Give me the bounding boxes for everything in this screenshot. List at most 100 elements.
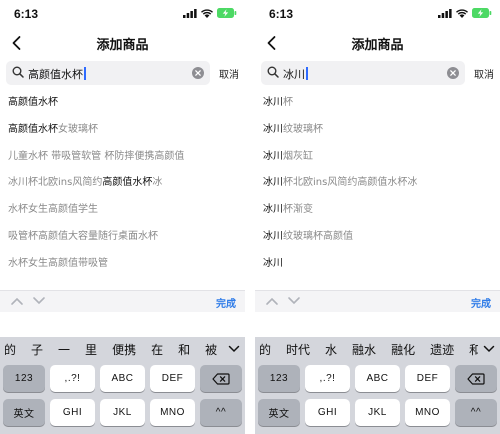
candidate-word[interactable]: 便携 [112, 341, 136, 358]
chevron-up-icon[interactable] [10, 296, 24, 306]
key-def[interactable]: DEF [150, 365, 195, 392]
suggestion-match: 高颜值水杯 [102, 177, 153, 189]
key-backspace[interactable] [200, 365, 242, 392]
suggestion-item[interactable]: 水杯女生高颜值带吸管 [8, 251, 240, 278]
cancel-button[interactable]: 取消 [219, 66, 239, 81]
expand-candidates-button[interactable] [478, 337, 500, 361]
candidate-word[interactable]: 遗迹 [430, 341, 454, 358]
search-input[interactable]: 冰川 [283, 66, 308, 82]
key-backspace[interactable] [455, 365, 497, 392]
key-numbers[interactable]: 123 [3, 365, 45, 392]
suggestion-rest: 烟灰缸 [283, 150, 313, 162]
key-jkl[interactable]: JKL [355, 399, 400, 426]
candidate-word[interactable]: 被 [205, 341, 217, 358]
suggestion-rest: 女玻璃杯 [58, 123, 98, 135]
candidate-word[interactable]: 融化 [391, 341, 415, 358]
suggestion-item[interactable]: 冰川杯 [263, 90, 495, 117]
key-mno[interactable]: MNO [405, 399, 450, 426]
suggestion-match: 冰川 [263, 150, 283, 162]
clock: 6:13 [269, 7, 294, 21]
suggestion-item[interactable]: 冰川杯北欧ins风简约高颜值水杯冰 [263, 170, 495, 197]
key-english[interactable]: 英文 [258, 399, 300, 426]
key-abc[interactable]: ABC [355, 365, 400, 392]
search-query: 冰川 [283, 68, 305, 81]
suggestion-rest: 杯渐变 [283, 204, 313, 216]
suggestion-match: 冰川 [263, 123, 283, 135]
suggestion-item[interactable]: 冰川 [263, 251, 495, 278]
system-icons [183, 8, 237, 18]
candidate-word[interactable]: 的 [259, 341, 271, 358]
phone-screen-right: 6:13 添加商品 冰川 取消 冰川杯 冰川纹玻璃杯 冰川烟灰缸 冰川杯北欧in… [255, 0, 500, 434]
signal-icon [438, 8, 452, 18]
search-field[interactable]: 冰川 [261, 61, 465, 85]
key-ghi[interactable]: GHI [50, 399, 95, 426]
text-caret [306, 67, 308, 80]
chevron-down-icon[interactable] [287, 296, 301, 306]
done-button[interactable]: 完成 [471, 295, 491, 310]
suggestion-item[interactable]: 高颜值水杯 [8, 90, 240, 117]
key-emoticon[interactable]: ^^ [200, 399, 242, 426]
nav-bar: 添加商品 [0, 30, 245, 56]
chevron-down-icon [483, 345, 495, 353]
suggestion-match: 冰川 [263, 177, 283, 189]
candidate-bar: 的 子 一 里 便携 在 和 被 呢 [0, 337, 245, 361]
search-input[interactable]: 高颜值水杯 [28, 66, 86, 82]
key-def[interactable]: DEF [405, 365, 450, 392]
backspace-icon [467, 372, 485, 385]
suggestion-item[interactable]: 冰川杯北欧ins风简约高颜值水杯冰 [8, 170, 240, 197]
suggestion-item[interactable]: 高颜值水杯女玻璃杯 [8, 117, 240, 144]
keyboard: 123 ,.?! ABC DEF 英文 GHI JKL MNO ^^ [255, 361, 500, 434]
key-punctuation[interactable]: ,.?! [305, 365, 350, 392]
suggestion-item[interactable]: 冰川杯渐变 [263, 197, 495, 224]
key-punctuation[interactable]: ,.?! [50, 365, 95, 392]
suggestion-rest: 冰川杯北欧ins风简约 [8, 177, 103, 189]
chevron-down-icon[interactable] [32, 296, 46, 306]
key-jkl[interactable]: JKL [100, 399, 145, 426]
chevron-up-icon[interactable] [265, 296, 279, 306]
text-caret [84, 67, 86, 80]
battery-charging-icon [217, 8, 237, 18]
suggestion-match: 冰川 [263, 204, 283, 216]
candidate-word[interactable]: 融水 [352, 341, 376, 358]
expand-candidates-button[interactable] [223, 337, 245, 361]
phone-screen-left: 6:13 添加商品 高颜值水杯 取消 高颜值水杯 高颜值水杯女玻璃杯 儿童水杯 … [0, 0, 245, 434]
candidate-word[interactable]: 的 [4, 341, 16, 358]
chevron-down-icon [228, 345, 240, 353]
suggestion-rest: 杯北欧ins风简约高颜值水杯冰 [283, 177, 418, 189]
wifi-icon [201, 8, 213, 18]
key-numbers[interactable]: 123 [258, 365, 300, 392]
clear-icon[interactable] [192, 67, 204, 79]
candidate-bar: 的 时代 水 融水 融化 遗迹 和 [255, 337, 500, 361]
search-query: 高颜值水杯 [28, 68, 83, 81]
suggestion-match: 高颜值水杯 [8, 123, 58, 135]
key-emoticon[interactable]: ^^ [455, 399, 497, 426]
suggestion-item[interactable]: 吸管杯高颜值大容量随行桌面水杯 [8, 224, 240, 251]
page-title: 添加商品 [96, 38, 149, 53]
key-ghi[interactable]: GHI [305, 399, 350, 426]
suggestion-item[interactable]: 冰川纹玻璃杯高颜值 [263, 224, 495, 251]
suggestion-rest: 水杯女生高颜值带吸管 [8, 257, 108, 269]
key-abc[interactable]: ABC [100, 365, 145, 392]
candidate-word[interactable]: 在 [151, 341, 163, 358]
candidate-word[interactable]: 子 [31, 341, 43, 358]
suggestion-item[interactable]: 儿童水杯 带吸管软管 杯防摔便携高颜值 [8, 144, 240, 171]
key-mno[interactable]: MNO [150, 399, 195, 426]
candidate-word[interactable]: 一 [58, 341, 70, 358]
suggestion-item[interactable]: 水杯女生高颜值学生 [8, 197, 240, 224]
candidate-word[interactable]: 和 [178, 341, 190, 358]
candidate-word[interactable]: 里 [85, 341, 97, 358]
candidate-word[interactable]: 水 [325, 341, 337, 358]
cancel-button[interactable]: 取消 [474, 66, 494, 81]
suggestion-item[interactable]: 冰川纹玻璃杯 [263, 117, 495, 144]
candidate-word[interactable]: 时代 [286, 341, 310, 358]
suggestion-rest: 儿童水杯 带吸管软管 杯防摔便携高颜值 [8, 150, 185, 162]
done-button[interactable]: 完成 [216, 295, 236, 310]
suggestion-match: 冰川 [263, 97, 283, 108]
search-field[interactable]: 高颜值水杯 [6, 61, 210, 85]
clear-icon[interactable] [447, 67, 459, 79]
suggestion-rest-2: 冰 [152, 177, 163, 189]
search-icon [12, 66, 24, 78]
suggestion-item[interactable]: 冰川烟灰缸 [263, 144, 495, 171]
backspace-icon [212, 372, 230, 385]
key-english[interactable]: 英文 [3, 399, 45, 426]
